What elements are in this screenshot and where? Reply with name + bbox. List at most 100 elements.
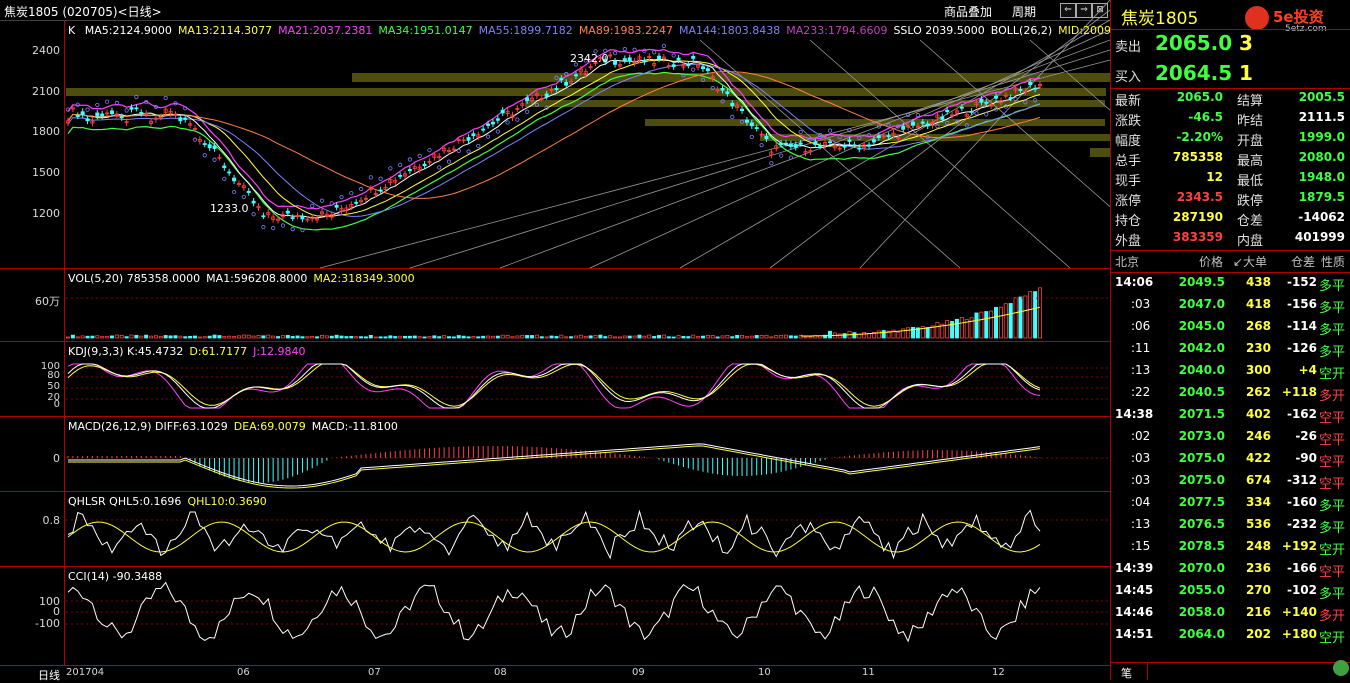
ma-legend-item: MA13:2114.3077 [177,24,273,37]
volume-bar [202,336,207,339]
footer-label[interactable]: 笔 [1121,665,1132,681]
volume-bar [867,333,872,339]
tick-price: 2042.0 [1178,341,1225,355]
candle-body [847,139,852,142]
candle-body [857,147,862,150]
volume-bar [334,334,339,339]
volume-bar [373,336,378,339]
sar-dot [358,186,364,192]
volume-bar [842,333,847,339]
volume-bar [1028,291,1033,339]
candle-body [730,102,735,107]
volume-bar [363,336,368,339]
candle-body [744,119,749,123]
tick-time: 14:38 [1115,407,1154,421]
price-ytick: 2100 [32,85,60,98]
volume-bar [544,336,549,339]
tick-price: 2075.0 [1178,473,1225,487]
volume-bar [852,332,857,339]
volume-bar [925,327,930,339]
ma-legend-item: MA5:2124.9000 [84,24,172,37]
candle-body [290,217,295,219]
volume-bar [559,334,564,339]
candle-body [100,113,105,117]
volume-bar [310,335,315,339]
candle-body [354,201,359,204]
volume-bar [266,334,271,339]
volume-bar [876,330,881,339]
sell-volume: 3 [1239,31,1253,55]
vol-legend: VOL(5,20) 785358.0000 MA1:596208.8000 MA2:… [68,272,421,285]
qhlsr-ytick: 0.8 [42,514,61,527]
volume-bar [632,335,637,339]
macd-dea-line [68,445,1041,489]
tick-time: :22 [1131,385,1151,399]
stat-value: 1999.0 [1298,130,1345,144]
volume-bar [686,336,691,339]
tick-time: 14:45 [1115,583,1154,597]
volume-bar [95,335,100,339]
tick-volume: 418 [1245,297,1271,311]
sar-dot [788,155,793,160]
candle-body [285,210,290,214]
tick-nature: 空平 [1319,477,1346,492]
volume-bar [759,335,764,339]
tick-oi-change: +4 [1298,363,1317,377]
volume-bar [642,335,647,339]
volume-bar [959,317,964,339]
candle-body [700,66,705,70]
volume-bar [139,335,144,339]
vol-legend-item: MA1:596208.8000 [206,272,308,285]
candle-body [959,106,964,109]
candle-body [871,139,876,143]
candle-body [261,215,266,218]
tick-oi-change: -312 [1286,473,1317,487]
cci-ytick: -100 [35,617,60,630]
sar-dot [319,198,325,203]
quote-panel: 焦炭1805 5e投资 5etz.com 卖出 2065.0 3 买入 2064… [1110,0,1350,680]
volume-bar [754,335,759,339]
volume-bar [481,335,486,339]
tick-nature: 多开 [1319,609,1346,624]
sar-dot [349,191,354,196]
tick-col-header: 性质 [1321,255,1346,269]
tick-oi-change: -26 [1295,429,1317,443]
period-corner-label[interactable]: 日线 [38,667,60,683]
sar-dot [525,109,530,114]
sar-dot [612,51,618,56]
volume-bar [661,334,666,339]
tick-col-header: ↙大单 [1233,255,1268,269]
candle-body [246,190,251,193]
tick-volume: 422 [1245,451,1271,465]
volume-bar [339,335,344,339]
ma-legend-item: MA21:2037.2381 [278,24,373,37]
price-ytick: 1800 [32,125,60,138]
sar-dot [437,165,442,170]
stat-label: 开盘 [1237,134,1264,149]
x-axis-label: 10 [758,667,771,678]
candle-body [486,123,491,126]
cci-legend: CCI(14) -90.3488 [68,570,168,583]
tick-oi-change: -162 [1286,407,1317,421]
candle-body [490,121,495,125]
tick-time: :06 [1131,319,1151,333]
volume-bar [246,334,251,339]
tick-time: :03 [1131,451,1151,465]
tick-price: 2075.0 [1178,451,1225,465]
sar-dot [984,112,989,117]
sar-dot [798,129,803,135]
volume-bar [471,336,476,339]
oscillator-line [67,363,1041,409]
volume-bar [769,336,774,339]
volume-bar [534,334,539,339]
volume-bar [735,334,740,339]
stat-label: 仓差 [1237,214,1264,229]
volume-bar [1038,287,1043,339]
candle-body [925,123,930,127]
candle-body [334,204,339,208]
volume-bar [261,335,266,339]
candle-body [525,97,530,101]
candle-body [920,121,925,124]
candle-body [779,142,784,145]
vol-legend-item: VOL(5,20) 785358.0000 [68,272,201,285]
